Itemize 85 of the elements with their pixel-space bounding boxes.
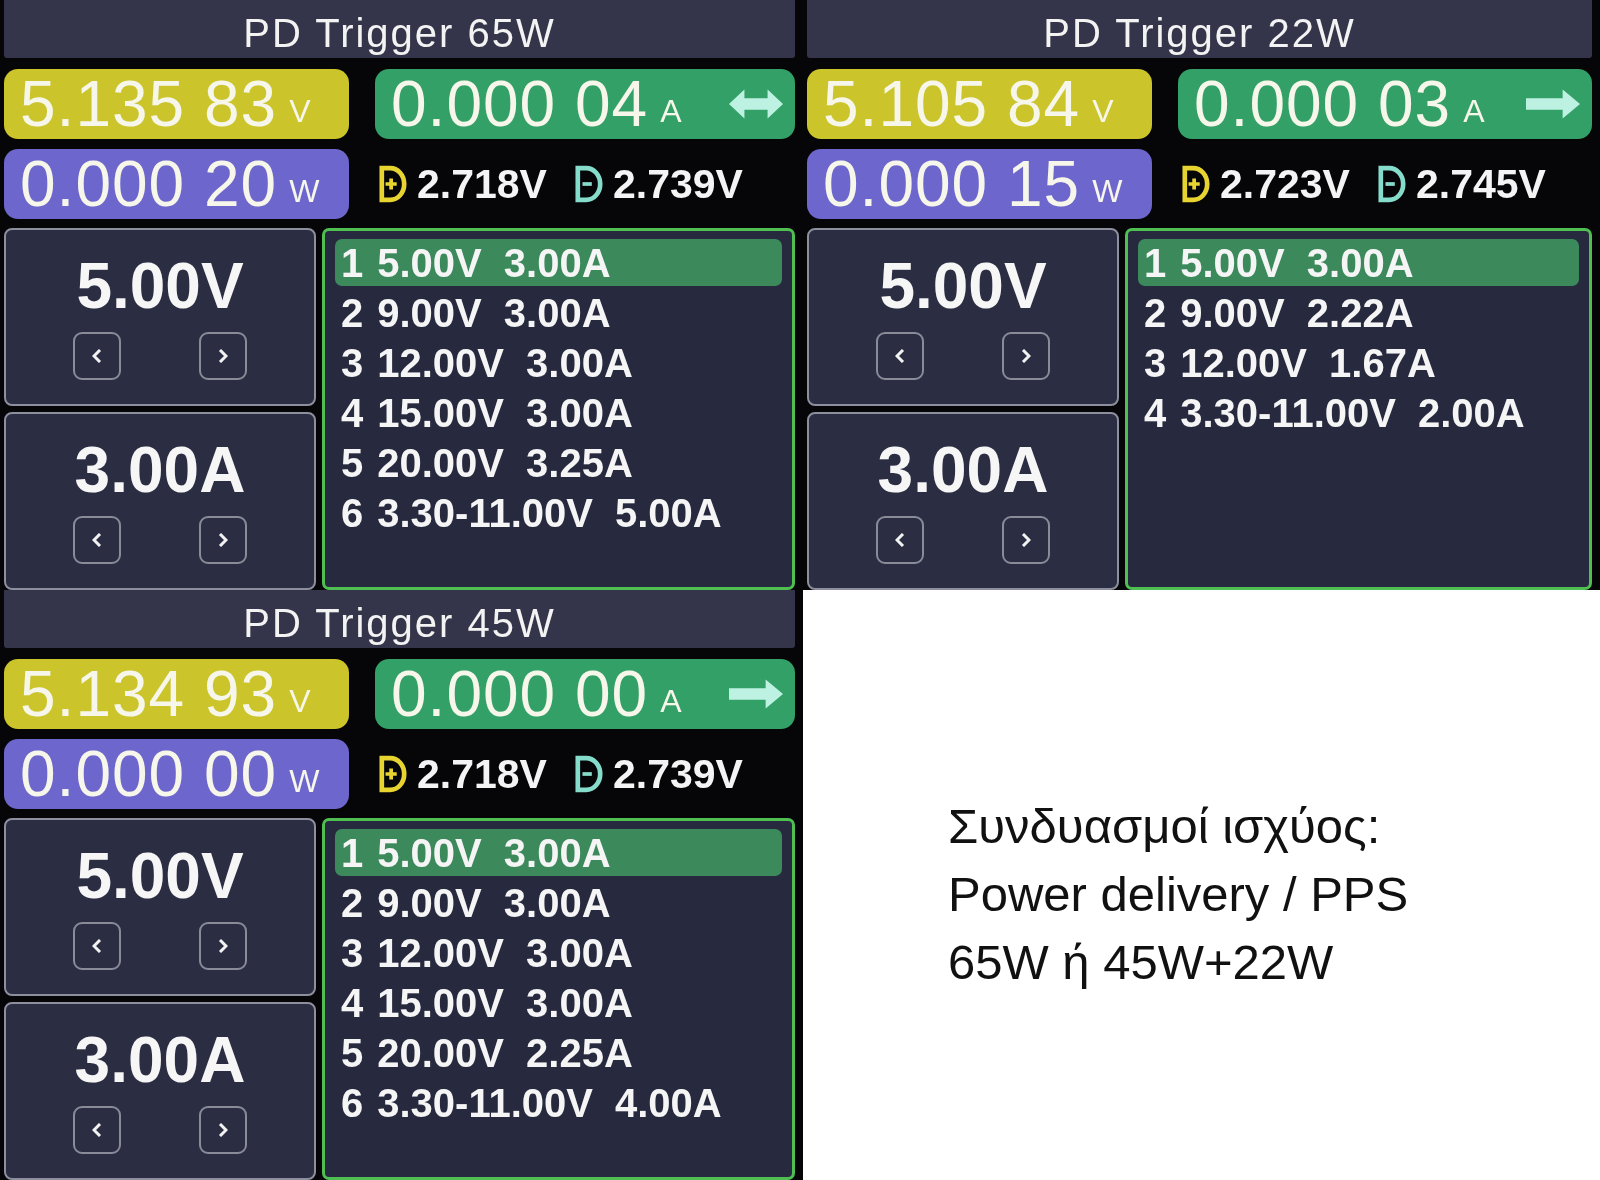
profile-row[interactable]: 1 5.00V 3.00A bbox=[1138, 239, 1579, 286]
profile-row[interactable]: 6 3.30-11.00V 4.00A bbox=[335, 1079, 782, 1126]
setpoint-current: 3.00A bbox=[877, 438, 1049, 502]
d-plus-icon bbox=[379, 755, 407, 793]
chevron-right-icon bbox=[218, 939, 228, 953]
increase-button[interactable] bbox=[199, 516, 247, 564]
voltage-value: 5.134 93 bbox=[20, 662, 278, 726]
d-minus-voltage: 2.745V bbox=[1415, 163, 1546, 205]
d-minus-voltage: 2.739V bbox=[612, 753, 743, 795]
current-value: 0.000 03 bbox=[1194, 72, 1452, 136]
setpoint-current: 3.00A bbox=[74, 1028, 246, 1092]
d-minus-icon bbox=[1377, 165, 1406, 203]
d-minus-icon bbox=[574, 165, 603, 203]
profile-row[interactable]: 1 5.00V 3.00A bbox=[335, 829, 782, 876]
d-plus-icon bbox=[379, 165, 407, 203]
profile-row[interactable]: 4 15.00V 3.00A bbox=[335, 389, 782, 436]
d-minus-voltage: 2.739V bbox=[612, 163, 743, 205]
chevron-left-icon bbox=[92, 1123, 102, 1137]
profile-row[interactable]: 3 12.00V 3.00A bbox=[335, 929, 782, 976]
right-arrow-icon bbox=[1526, 89, 1580, 119]
power-unit: W bbox=[1092, 175, 1123, 207]
increase-button[interactable] bbox=[199, 922, 247, 970]
voltage-unit: V bbox=[289, 685, 311, 717]
chevron-left-icon bbox=[92, 533, 102, 547]
d-plus-voltage: 2.718V bbox=[417, 753, 547, 795]
profile-row[interactable]: 6 3.30-11.00V 5.00A bbox=[335, 489, 782, 536]
profile-row[interactable]: 3 12.00V 1.67A bbox=[1138, 339, 1579, 386]
profile-row[interactable]: 5 20.00V 2.25A bbox=[335, 1029, 782, 1076]
chevron-left-icon bbox=[92, 939, 102, 953]
voltage-value: 5.135 83 bbox=[20, 72, 278, 136]
profile-row[interactable]: 2 9.00V 2.22A bbox=[1138, 289, 1579, 336]
decrease-button[interactable] bbox=[876, 516, 924, 564]
chevron-right-icon bbox=[218, 349, 228, 363]
profile-row[interactable]: 1 5.00V 3.00A bbox=[335, 239, 782, 286]
current-value: 0.000 00 bbox=[391, 662, 649, 726]
power-value: 0.000 00 bbox=[20, 742, 278, 806]
screen-title: PD Trigger 22W bbox=[1043, 13, 1356, 53]
increase-button[interactable] bbox=[199, 332, 247, 380]
chevron-right-icon bbox=[218, 533, 228, 547]
increase-button[interactable] bbox=[199, 1106, 247, 1154]
d-minus-icon bbox=[574, 755, 603, 793]
d-plus-voltage: 2.723V bbox=[1220, 163, 1350, 205]
setpoint-voltage: 5.00V bbox=[76, 844, 244, 908]
chevron-right-icon bbox=[218, 1123, 228, 1137]
decrease-button[interactable] bbox=[73, 516, 121, 564]
increase-button[interactable] bbox=[1002, 332, 1050, 380]
double-arrow-icon bbox=[729, 89, 783, 119]
screen-title: PD Trigger 65W bbox=[243, 13, 556, 53]
decrease-button[interactable] bbox=[876, 332, 924, 380]
voltage-unit: V bbox=[289, 95, 311, 127]
caption-line: Συνδυασμοί ισχύος: bbox=[948, 798, 1382, 855]
chevron-left-icon bbox=[895, 349, 905, 363]
power-unit: W bbox=[289, 765, 320, 797]
d-plus-voltage: 2.718V bbox=[417, 163, 547, 205]
chevron-right-icon bbox=[1021, 349, 1031, 363]
power-value: 0.000 20 bbox=[20, 152, 278, 216]
voltage-value: 5.105 84 bbox=[823, 72, 1081, 136]
power-value: 0.000 15 bbox=[823, 152, 1081, 216]
chevron-right-icon bbox=[1021, 533, 1031, 547]
power-unit: W bbox=[289, 175, 320, 207]
profile-row[interactable]: 2 9.00V 3.00A bbox=[335, 289, 782, 336]
decrease-button[interactable] bbox=[73, 332, 121, 380]
current-unit: A bbox=[660, 95, 682, 127]
current-value: 0.000 04 bbox=[391, 72, 649, 136]
right-arrow-icon bbox=[729, 679, 783, 709]
voltage-unit: V bbox=[1092, 95, 1114, 127]
screen-title: PD Trigger 45W bbox=[243, 603, 556, 643]
decrease-button[interactable] bbox=[73, 922, 121, 970]
d-plus-icon bbox=[1182, 165, 1210, 203]
profile-row[interactable]: 4 15.00V 3.00A bbox=[335, 979, 782, 1026]
setpoint-voltage: 5.00V bbox=[879, 254, 1047, 318]
current-unit: A bbox=[660, 685, 682, 717]
setpoint-voltage: 5.00V bbox=[76, 254, 244, 318]
profile-row[interactable]: 2 9.00V 3.00A bbox=[335, 879, 782, 926]
profile-row[interactable]: 3 12.00V 3.00A bbox=[335, 339, 782, 386]
increase-button[interactable] bbox=[1002, 516, 1050, 564]
chevron-left-icon bbox=[895, 533, 905, 547]
setpoint-current: 3.00A bbox=[74, 438, 246, 502]
profile-row[interactable]: 4 3.30-11.00V 2.00A bbox=[1138, 389, 1579, 436]
caption-line: 65W ή 45W+22W bbox=[948, 934, 1335, 991]
caption-line: Power delivery / PPS bbox=[948, 866, 1409, 923]
chevron-left-icon bbox=[92, 349, 102, 363]
profile-row[interactable]: 5 20.00V 3.25A bbox=[335, 439, 782, 486]
decrease-button[interactable] bbox=[73, 1106, 121, 1154]
current-unit: A bbox=[1463, 95, 1485, 127]
